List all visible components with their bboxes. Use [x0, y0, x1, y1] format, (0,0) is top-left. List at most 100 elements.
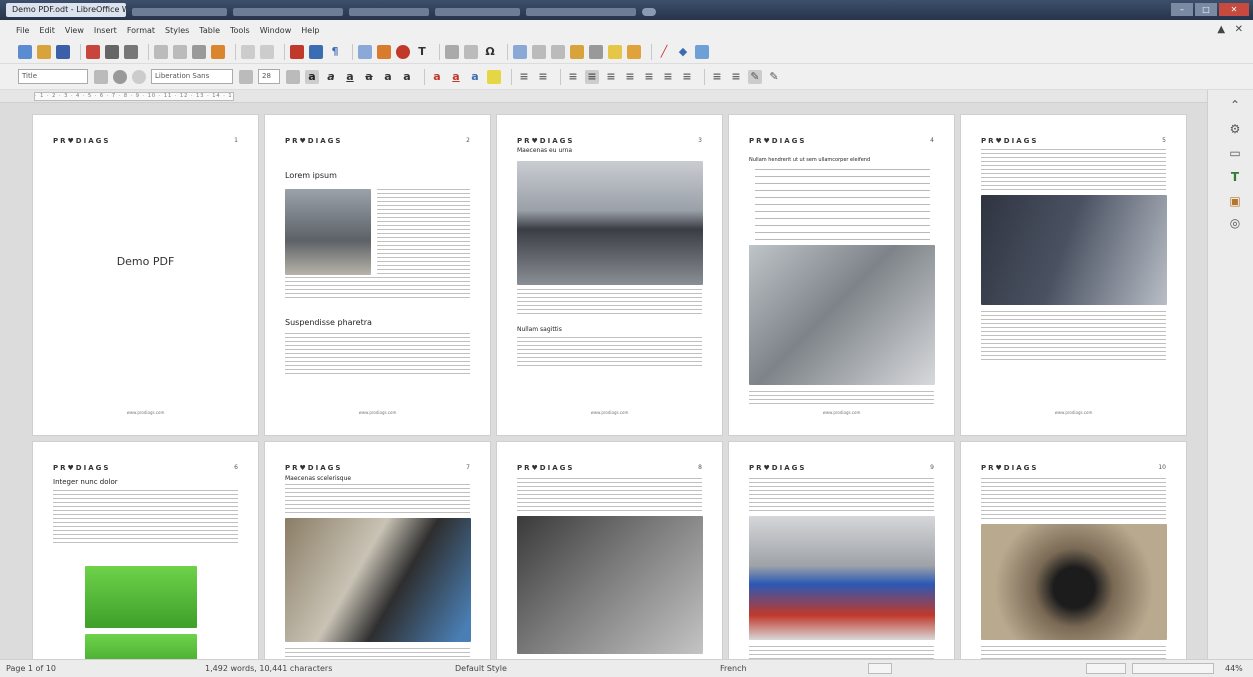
undo-icon[interactable]: [241, 44, 255, 59]
endnote-icon[interactable]: [551, 44, 565, 59]
gallery-icon[interactable]: ▣: [1228, 194, 1242, 208]
bookmark-icon[interactable]: [570, 44, 584, 59]
strikethrough-icon[interactable]: a: [362, 70, 376, 84]
subscript-icon[interactable]: a: [400, 70, 414, 84]
menu-file[interactable]: File: [16, 26, 29, 35]
page-icon[interactable]: ▭: [1228, 146, 1242, 160]
spelling-icon[interactable]: [309, 44, 323, 59]
page-1[interactable]: PR♥DIAGS 1 Demo PDF www.prodiags.com: [32, 114, 259, 436]
find-replace-icon[interactable]: [290, 44, 304, 59]
menu-styles[interactable]: Styles: [165, 26, 189, 35]
insert-special-character-icon[interactable]: Ω: [483, 45, 497, 59]
navigator-icon[interactable]: ◎: [1228, 216, 1242, 230]
styles-icon[interactable]: T: [1228, 170, 1242, 184]
superscript-icon[interactable]: a: [381, 70, 395, 84]
paragraph-style-combo[interactable]: Title: [18, 69, 88, 84]
font-name-combo[interactable]: Liberation Sans: [151, 69, 233, 84]
page-10[interactable]: PR♥DIAGS 10: [960, 441, 1187, 659]
browser-tab[interactable]: [132, 7, 227, 16]
cross-reference-icon[interactable]: [589, 44, 603, 59]
menu-help[interactable]: Help: [301, 26, 319, 35]
horizontal-ruler[interactable]: · 1 · 2 · 3 · 4 · 5 · 6 · 7 · 8 · 9 · 10…: [0, 90, 1253, 103]
save-icon[interactable]: [56, 44, 70, 59]
menu-window[interactable]: Window: [260, 26, 292, 35]
page-8[interactable]: PR♥DIAGS 8: [496, 441, 723, 659]
page-5[interactable]: PR♥DIAGS 5 www.prodiags.com: [960, 114, 1187, 436]
formatting-marks-icon[interactable]: ¶: [328, 45, 342, 59]
character-dialog-icon[interactable]: ✎: [767, 70, 781, 84]
increase-spacing-icon[interactable]: ≡: [661, 70, 675, 84]
export-pdf-icon[interactable]: [86, 44, 100, 59]
clear-formatting-icon[interactable]: a: [430, 70, 444, 84]
menu-table[interactable]: Table: [199, 26, 220, 35]
zoom-level[interactable]: 44%: [1225, 664, 1243, 673]
page-9[interactable]: PR♥DIAGS 9: [728, 441, 955, 659]
new-document-icon[interactable]: [18, 44, 32, 59]
browser-tab[interactable]: [435, 7, 520, 16]
new-tab-button[interactable]: [642, 7, 656, 16]
page-count[interactable]: Page 1 of 10: [6, 664, 56, 673]
insert-chart-icon[interactable]: [396, 44, 410, 59]
menu-insert[interactable]: Insert: [94, 26, 117, 35]
menu-tools[interactable]: Tools: [230, 26, 250, 35]
align-left-icon[interactable]: ≡: [566, 70, 580, 84]
page-7[interactable]: PR♥DIAGS 7 Maecenas scelerisque: [264, 441, 491, 659]
close-document-icon[interactable]: ▲ ✕: [1217, 24, 1243, 35]
insert-field-icon[interactable]: [464, 44, 478, 59]
decrease-spacing-icon[interactable]: ≡: [680, 70, 694, 84]
page-4[interactable]: PR♥DIAGS 4 Nullam hendrerit ut ut sem ul…: [728, 114, 955, 436]
browser-tab[interactable]: [233, 7, 343, 16]
page-style[interactable]: Default Style: [455, 664, 507, 673]
page-3[interactable]: PR♥DIAGS 3 Maecenas eu urna Nullam sagit…: [496, 114, 723, 436]
cut-icon[interactable]: [154, 44, 168, 59]
justify-icon[interactable]: ≡: [623, 70, 637, 84]
maximize-button[interactable]: □: [1195, 3, 1217, 16]
browser-tab-writer[interactable]: Demo PDF.odt - LibreOffice Writer: [6, 3, 126, 17]
font-size-combo[interactable]: 28: [258, 69, 280, 84]
highlight-icon[interactable]: a: [468, 70, 482, 84]
browser-tab[interactable]: [526, 7, 636, 16]
italic-icon[interactable]: a: [324, 70, 338, 84]
menu-edit[interactable]: Edit: [39, 26, 55, 35]
insert-line-icon[interactable]: ╱: [657, 45, 671, 59]
increase-indent-icon[interactable]: ≡: [710, 70, 724, 84]
browser-tab[interactable]: [349, 7, 429, 16]
open-icon[interactable]: [37, 44, 51, 59]
numbering-icon[interactable]: ≡: [536, 70, 550, 84]
hyperlink-icon[interactable]: [513, 44, 527, 59]
paragraph-dialog-icon[interactable]: ✎: [748, 69, 762, 84]
chevron-down-icon[interactable]: [239, 69, 253, 84]
properties-icon[interactable]: ⚙: [1228, 122, 1242, 136]
paste-icon[interactable]: [192, 44, 206, 59]
new-style-icon[interactable]: [132, 69, 146, 84]
footnote-icon[interactable]: [532, 44, 546, 59]
font-color-icon[interactable]: a: [449, 70, 463, 84]
clone-formatting-icon[interactable]: [211, 44, 225, 59]
insert-page-break-icon[interactable]: [445, 44, 459, 59]
page-6[interactable]: PR♥DIAGS 6 Integer nunc dolor: [32, 441, 259, 659]
insert-textbox-icon[interactable]: T: [415, 45, 429, 59]
basic-shapes-icon[interactable]: ◆: [676, 45, 690, 59]
word-count[interactable]: 1,492 words, 10,441 characters: [205, 664, 332, 673]
page-2[interactable]: PR♥DIAGS 2 Lorem ipsum Suspendisse phare…: [264, 114, 491, 436]
redo-icon[interactable]: [260, 44, 274, 59]
track-changes-icon[interactable]: [627, 44, 641, 59]
insert-table-icon[interactable]: [358, 44, 372, 59]
underline-icon[interactable]: a: [343, 70, 357, 84]
zoom-slider[interactable]: [1132, 663, 1214, 674]
copy-icon[interactable]: [173, 44, 187, 59]
show-draw-functions-icon[interactable]: [695, 44, 709, 59]
view-layout-buttons[interactable]: [1086, 663, 1126, 674]
chevron-down-icon[interactable]: [286, 69, 300, 84]
insert-mode-indicator[interactable]: [868, 663, 892, 674]
print-preview-icon[interactable]: [124, 44, 138, 59]
minimize-button[interactable]: –: [1171, 3, 1193, 16]
comment-icon[interactable]: [608, 44, 622, 59]
decrease-indent-icon[interactable]: ≡: [729, 70, 743, 84]
language[interactable]: French: [720, 664, 747, 673]
close-window-button[interactable]: ✕: [1219, 3, 1249, 16]
print-icon[interactable]: [105, 44, 119, 59]
chevron-down-icon[interactable]: [94, 69, 108, 84]
highlighter-icon[interactable]: [487, 69, 501, 84]
align-right-icon[interactable]: ≡: [604, 70, 618, 84]
